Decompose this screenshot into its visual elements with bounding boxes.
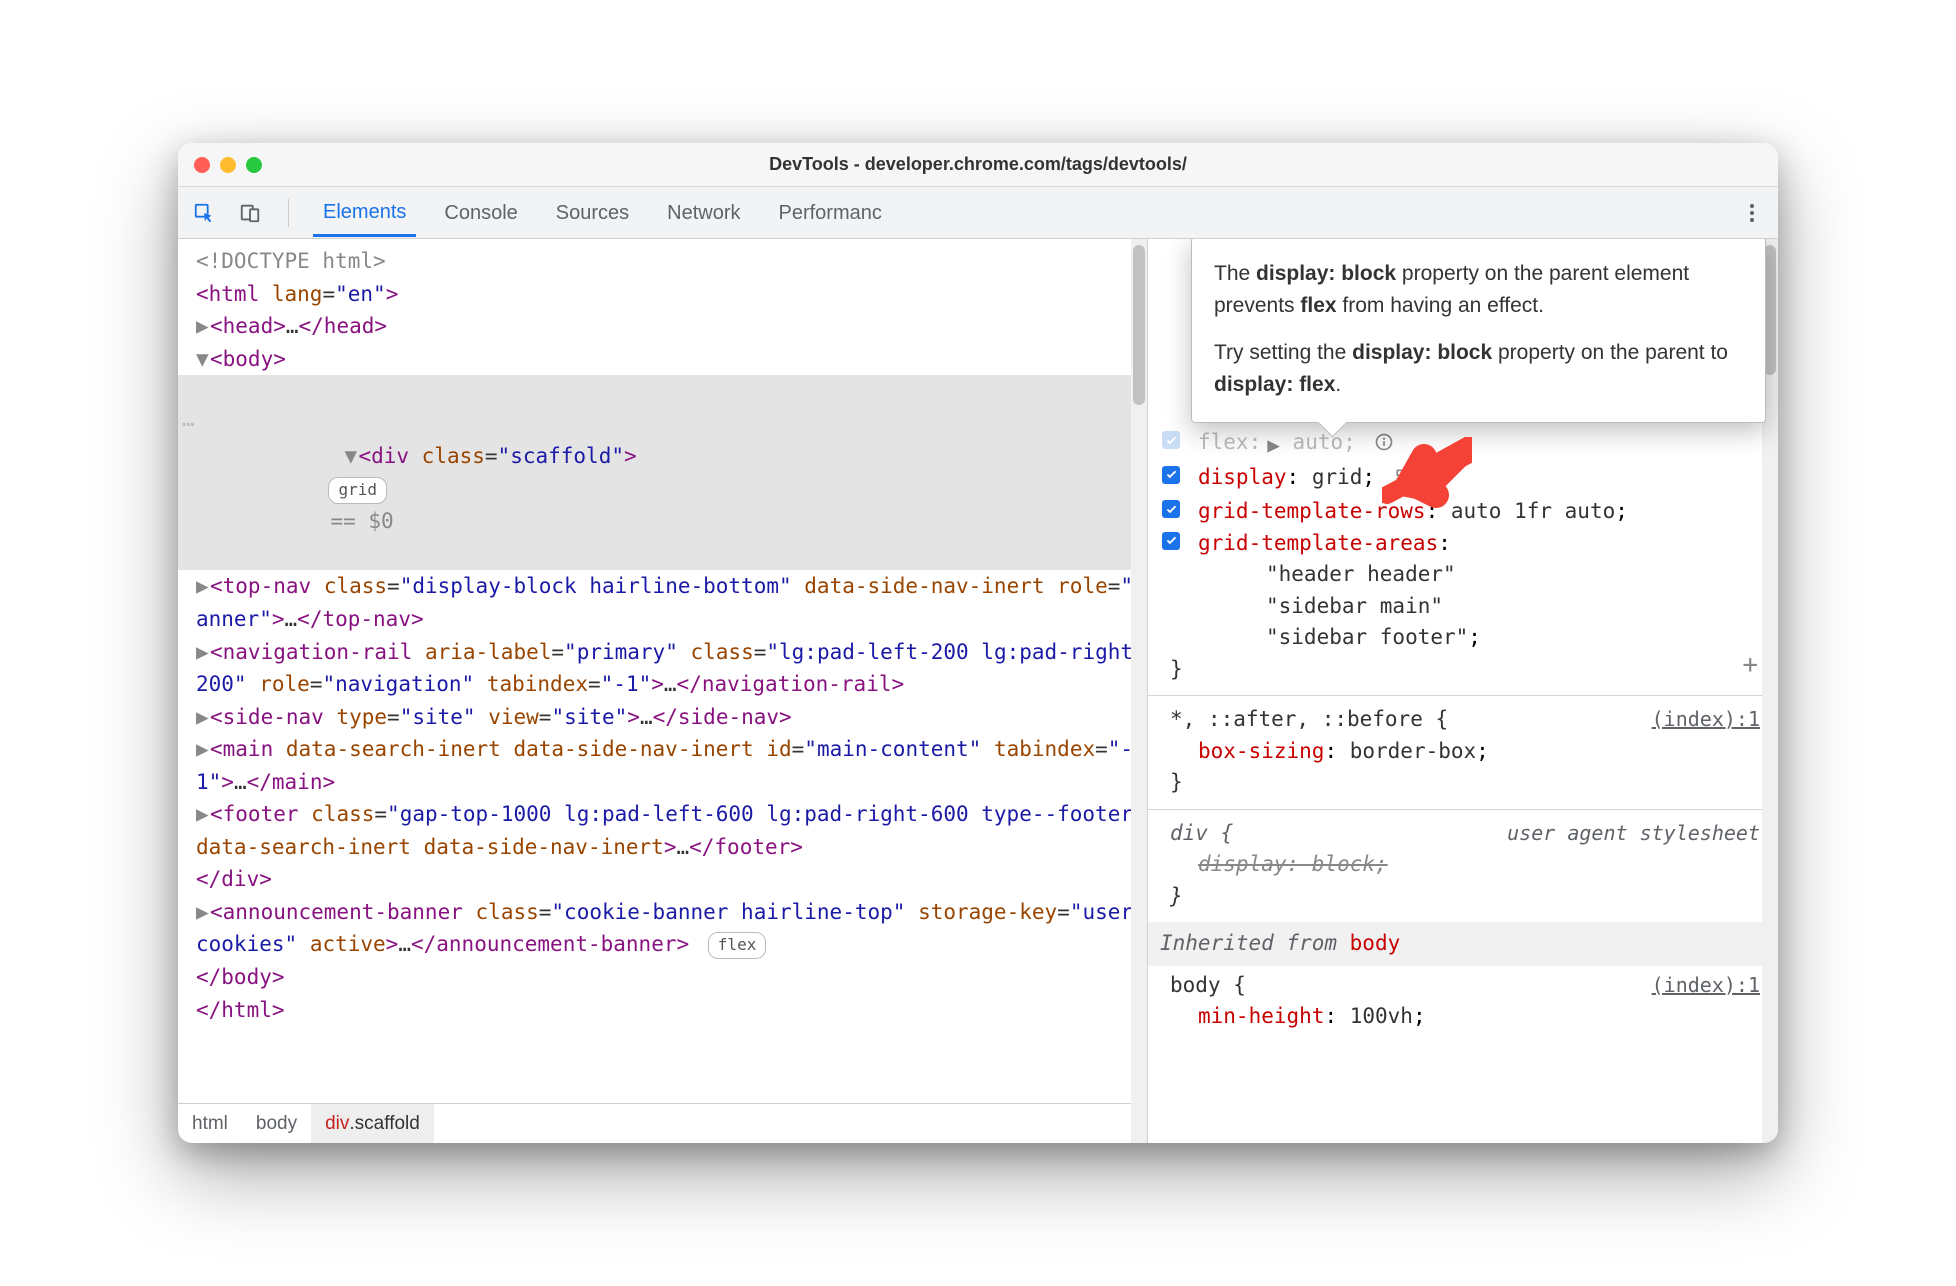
expand-icon[interactable]: ▶ bbox=[1267, 430, 1280, 462]
dom-announcement-banner[interactable]: ▶<announcement-banner class="cookie-bann… bbox=[196, 896, 1147, 961]
rule4-source[interactable]: (index):1 bbox=[1652, 970, 1760, 1000]
prop-gta-name: grid-template-areas bbox=[1198, 531, 1438, 555]
dom-body-close[interactable]: </body> bbox=[196, 961, 1147, 994]
prop-boxsizing-value[interactable]: border-box bbox=[1350, 739, 1476, 763]
dom-tree[interactable]: <!DOCTYPE html> <html lang="en"> ▶<head>… bbox=[178, 239, 1147, 1103]
inspect-icon[interactable] bbox=[190, 199, 218, 227]
breadcrumb: html body div.scaffold bbox=[178, 1103, 1147, 1143]
dom-scrollbar[interactable] bbox=[1131, 239, 1147, 1143]
prop-display-value[interactable]: grid bbox=[1312, 465, 1363, 489]
rule2-close: } bbox=[1170, 767, 1768, 799]
tab-network[interactable]: Network bbox=[657, 190, 750, 235]
maximize-window-button[interactable] bbox=[246, 157, 262, 173]
checkbox-gtr[interactable] bbox=[1162, 500, 1180, 518]
dom-side-nav[interactable]: ▶<side-nav type="site" view="site">…</si… bbox=[196, 701, 1147, 734]
more-menu-icon[interactable] bbox=[1738, 199, 1766, 227]
minimize-window-button[interactable] bbox=[220, 157, 236, 173]
dom-main[interactable]: ▶<main data-search-inert data-side-nav-i… bbox=[196, 733, 1147, 798]
dom-body-open[interactable]: ▼<body> bbox=[196, 343, 1147, 376]
devtools-toolbar: Elements Console Sources Network Perform… bbox=[178, 187, 1778, 239]
window-controls bbox=[194, 157, 262, 173]
checkbox-display[interactable] bbox=[1162, 466, 1180, 484]
grid-badge[interactable]: grid bbox=[328, 477, 387, 504]
prop-minheight-value[interactable]: 100vh bbox=[1350, 1004, 1413, 1028]
prop-minheight-name: min-height bbox=[1198, 1004, 1324, 1028]
rule1-close: } bbox=[1170, 654, 1768, 686]
inherited-from-header: Inherited from body bbox=[1148, 922, 1778, 966]
dom-navigation-rail[interactable]: ▶<navigation-rail aria-label="primary" c… bbox=[196, 636, 1147, 701]
titlebar: DevTools - developer.chrome.com/tags/dev… bbox=[178, 143, 1778, 187]
dom-div-close[interactable]: </div> bbox=[196, 863, 1147, 896]
selected-node-indicator: == $0 bbox=[330, 509, 393, 533]
dom-panel: <!DOCTYPE html> <html lang="en"> ▶<head>… bbox=[178, 239, 1148, 1143]
dom-scaffold-row[interactable]: ⋯ ▼<div class="scaffold"> grid == $0 bbox=[178, 375, 1147, 570]
prop-flex-name: flex bbox=[1198, 430, 1249, 454]
flex-badge[interactable]: flex bbox=[708, 932, 767, 959]
toolbar-separator bbox=[288, 199, 289, 227]
device-toggle-icon[interactable] bbox=[236, 199, 264, 227]
styles-panel: flex:▶ auto; display: grid; grid-templat… bbox=[1148, 239, 1778, 1143]
style-rule-ua-div[interactable]: user agent stylesheet div { display: blo… bbox=[1158, 814, 1768, 919]
style-rule-universal[interactable]: (index):1 *, ::after, ::before { box-siz… bbox=[1158, 700, 1768, 805]
dom-footer[interactable]: ▶<footer class="gap-top-1000 lg:pad-left… bbox=[196, 798, 1147, 863]
rule3-source: user agent stylesheet bbox=[1507, 818, 1760, 848]
main-content: <!DOCTYPE html> <html lang="en"> ▶<head>… bbox=[178, 239, 1778, 1143]
gta-line2[interactable]: "sidebar main" bbox=[1266, 594, 1443, 618]
add-property-icon[interactable]: + bbox=[1742, 646, 1758, 685]
dom-doctype[interactable]: <!DOCTYPE html> bbox=[196, 249, 386, 273]
devtools-window: DevTools - developer.chrome.com/tags/dev… bbox=[178, 143, 1778, 1143]
rule3-close: } bbox=[1170, 881, 1768, 913]
style-rule-body[interactable]: (index):1 body { min-height: 100vh; bbox=[1158, 966, 1768, 1039]
gta-line1[interactable]: "header header" bbox=[1266, 562, 1456, 586]
checkbox-flex[interactable] bbox=[1162, 431, 1180, 449]
dom-html-close[interactable]: </html> bbox=[196, 994, 1147, 1027]
breadcrumb-html[interactable]: html bbox=[178, 1113, 242, 1135]
prop-display-name: display bbox=[1198, 465, 1287, 489]
prop-gtr-value[interactable]: auto 1fr auto bbox=[1451, 499, 1615, 523]
window-title: DevTools - developer.chrome.com/tags/dev… bbox=[178, 154, 1778, 175]
dom-top-nav[interactable]: ▶<top-nav class="display-block hairline-… bbox=[196, 570, 1147, 635]
tab-sources[interactable]: Sources bbox=[546, 190, 639, 235]
breadcrumb-body[interactable]: body bbox=[242, 1113, 311, 1135]
tab-performance[interactable]: Performanc bbox=[769, 190, 892, 235]
gta-line3[interactable]: "sidebar footer" bbox=[1266, 625, 1468, 649]
annotation-arrow-icon bbox=[1382, 437, 1472, 527]
close-window-button[interactable] bbox=[194, 157, 210, 173]
prop-boxsizing-name: box-sizing bbox=[1198, 739, 1324, 763]
dom-html-open[interactable]: <html lang="en"> bbox=[196, 278, 1147, 311]
breadcrumb-selected[interactable]: div.scaffold bbox=[311, 1104, 434, 1143]
dom-head[interactable]: ▶<head>…</head> bbox=[196, 310, 1147, 343]
hint-tooltip: The display: block property on the paren… bbox=[1191, 239, 1766, 423]
checkbox-gta[interactable] bbox=[1162, 532, 1180, 550]
tab-elements[interactable]: Elements bbox=[313, 189, 416, 237]
tab-console[interactable]: Console bbox=[434, 190, 527, 235]
rule2-source[interactable]: (index):1 bbox=[1652, 704, 1760, 734]
prop-display-block-struck: display: block; bbox=[1186, 849, 1768, 881]
